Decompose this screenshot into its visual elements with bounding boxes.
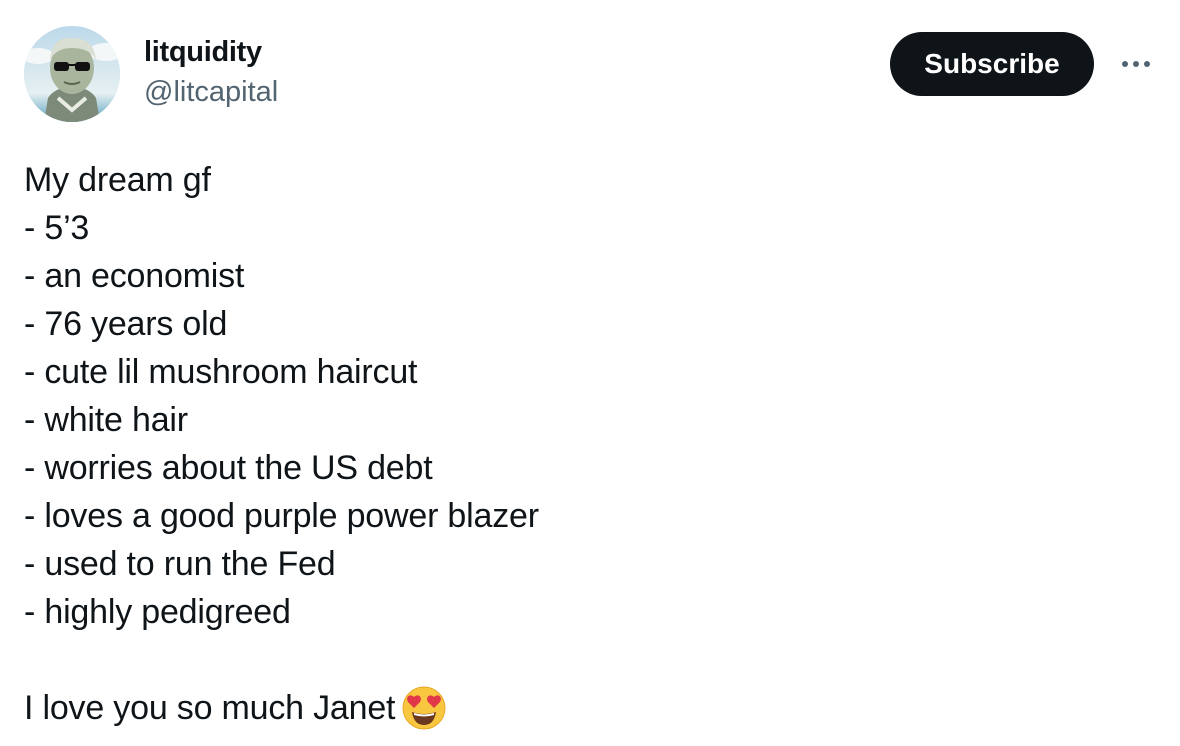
tweet-text: My dream gf - 5’3 - an economist - 76 ye… — [24, 156, 1154, 732]
tweet-line: - loves a good purple power blazer — [24, 497, 539, 535]
subscribe-button[interactable]: Subscribe — [890, 32, 1094, 96]
more-icon — [1122, 61, 1150, 67]
avatar[interactable] — [24, 26, 120, 122]
tweet-line: - used to run the Fed — [24, 545, 336, 583]
tweet-line: - worries about the US debt — [24, 449, 433, 487]
display-name[interactable]: litquidity — [144, 34, 262, 70]
closing-line: I love you so much Janet — [24, 684, 1154, 732]
tweet-line: - an economist — [24, 257, 245, 295]
user-handle[interactable]: @litcapital — [144, 74, 278, 110]
heart-eyes-emoji-icon — [402, 686, 446, 730]
tweet-line: - 76 years old — [24, 305, 228, 343]
tweet-line: - 5’3 — [24, 209, 90, 247]
avatar-image-icon — [24, 26, 120, 122]
tweet-card: litquidity @litcapital Subscribe My drea… — [0, 0, 1180, 746]
tweet-line: - highly pedigreed — [24, 593, 291, 631]
tweet-line: - cute lil mushroom haircut — [24, 353, 418, 391]
more-options-button[interactable] — [1116, 48, 1156, 80]
tweet-line: My dream gf — [24, 161, 211, 199]
closing-text: I love you so much Janet — [24, 689, 396, 727]
tweet-line: - white hair — [24, 401, 188, 439]
